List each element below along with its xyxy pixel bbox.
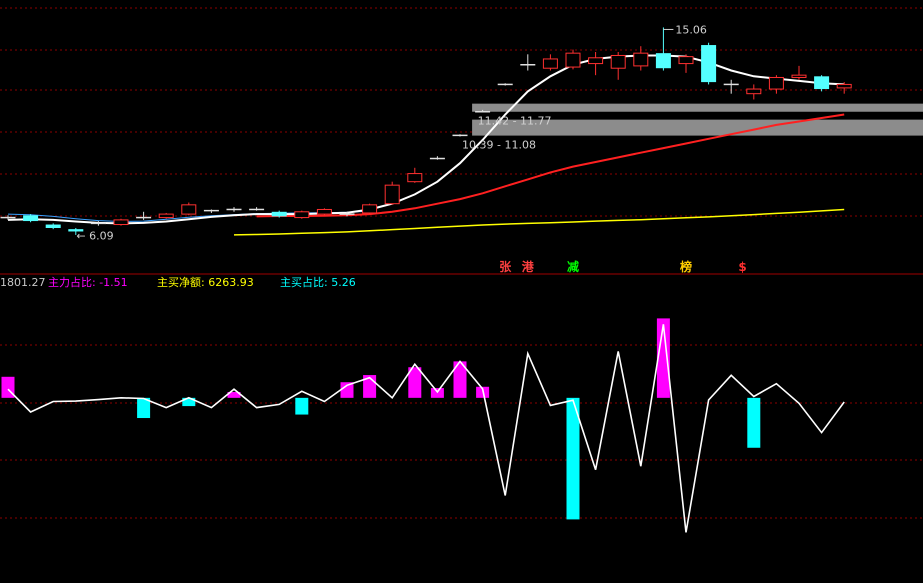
candle-body xyxy=(610,54,626,69)
event-marker: 减 xyxy=(567,259,579,274)
grid xyxy=(0,7,923,519)
candle-body xyxy=(294,211,310,219)
indicator-panel xyxy=(1,318,845,533)
candle-body xyxy=(655,53,671,69)
candle-body xyxy=(588,57,604,65)
candle xyxy=(407,167,423,183)
support-zone xyxy=(472,103,923,112)
event-marker: 张 xyxy=(499,259,512,274)
event-marker: $ xyxy=(738,260,746,274)
candle-body xyxy=(701,45,717,83)
event-marker: 榜 xyxy=(680,259,692,274)
zone-lower-label: 10.39 - 11.08 xyxy=(462,139,536,152)
candle xyxy=(113,218,129,226)
high-price-label: 15.06 xyxy=(675,23,707,36)
candle xyxy=(23,214,39,223)
indicator-bar xyxy=(747,397,761,448)
candle xyxy=(136,211,152,220)
candle-body xyxy=(633,52,649,67)
candle-body xyxy=(407,173,423,183)
candle-body xyxy=(45,224,61,228)
candle xyxy=(588,52,604,76)
candle-body xyxy=(181,204,197,215)
candle-body xyxy=(836,83,852,89)
candle-body xyxy=(316,208,332,215)
zone-upper-label: 11.42 - 11.77 xyxy=(478,115,552,128)
candle xyxy=(294,210,310,219)
candle xyxy=(565,49,581,70)
candle xyxy=(362,203,378,215)
candle-body xyxy=(113,219,129,226)
candle xyxy=(384,181,400,205)
candle-body xyxy=(362,204,378,214)
moving-averages xyxy=(7,54,845,236)
candle xyxy=(791,65,807,80)
candle-body xyxy=(746,88,762,95)
candle-body xyxy=(23,215,39,222)
legend-item: 主买占比: 5.26 xyxy=(280,275,356,289)
ma-white-line xyxy=(7,54,845,225)
candle-body xyxy=(678,56,694,65)
candle-body xyxy=(814,76,830,90)
candle-body xyxy=(271,211,287,217)
event-marker: 港 xyxy=(522,259,535,274)
candle xyxy=(814,75,830,92)
candle-body xyxy=(768,76,784,90)
candle xyxy=(45,223,61,230)
candle xyxy=(249,207,265,211)
indicator-line xyxy=(7,324,845,533)
candle xyxy=(678,54,694,73)
candle-body xyxy=(158,213,174,219)
candle xyxy=(203,209,219,213)
candle-body xyxy=(384,184,400,205)
candle xyxy=(723,79,739,94)
candle xyxy=(701,42,717,85)
candle-body xyxy=(565,52,581,68)
candle xyxy=(316,208,332,216)
legend-item: 主买净额: 6263.93 xyxy=(157,275,254,289)
indicator-bar xyxy=(295,397,309,415)
candle xyxy=(429,156,445,160)
candle-body xyxy=(791,74,807,78)
stock-chart: 15.06 ← 6.09 11.42 - 11.77 10.39 - 11.08 张港… xyxy=(0,7,923,533)
legend-item: 主力占比: -1.51 xyxy=(48,275,128,289)
candle xyxy=(768,75,784,94)
candle xyxy=(746,84,762,100)
candle xyxy=(520,54,536,71)
candle xyxy=(158,212,174,219)
candle xyxy=(542,54,558,71)
candle xyxy=(452,134,468,137)
candle xyxy=(610,52,626,80)
candle xyxy=(497,83,513,86)
event-markers: 张港 减 榜 $ xyxy=(499,259,746,274)
low-price-label: ← 6.09 xyxy=(76,230,113,243)
candle-body xyxy=(542,58,558,69)
indicator-legend: 1801.27 主力占比: -1.51 主买净额: 6263.93 主买占比: 5.… xyxy=(0,275,356,289)
indicator-value: 1801.27 xyxy=(0,276,46,289)
candle xyxy=(181,202,197,216)
candle xyxy=(655,27,671,71)
candle xyxy=(226,207,242,212)
